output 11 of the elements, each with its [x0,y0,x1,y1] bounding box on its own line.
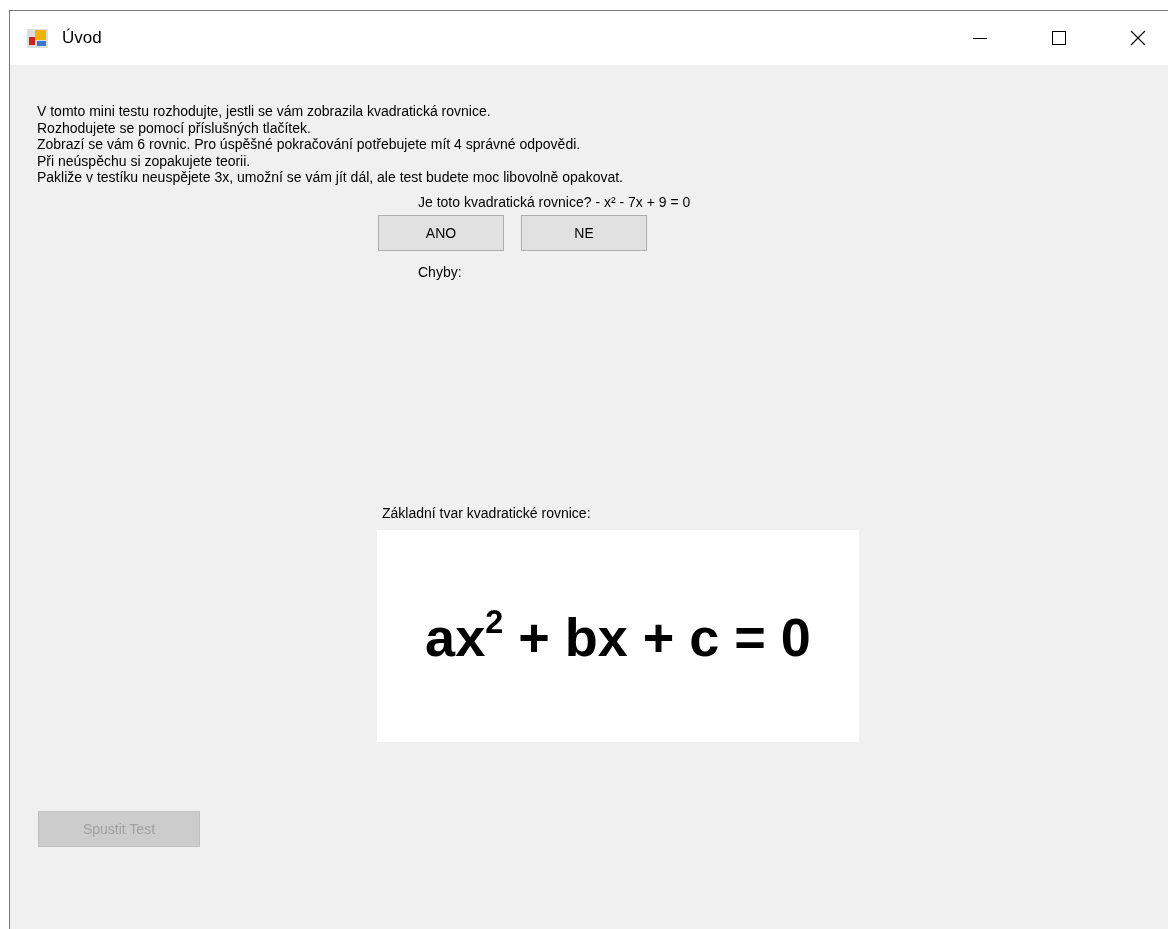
question-text: Je toto kvadratická rovnice? - x² - 7x + 9 = 0 [418,193,692,210]
window-title: Úvod [62,28,102,48]
answer-button[interactable]: NE [521,214,647,251]
formula-caption: Základní tvar kvadratické rovnice: [382,504,592,521]
instructions-text: V tomto mini testu rozhodujte, jestli se vám zobrazila kvadratická rovnice. Rozhodujete se pomocí příslušných tlačítek. Zobrazí se vám 6 rovnic. Pro úspěšné pokračování potřebujete mít 4 správné odpovědi. Při neúspěchu si zopakujete teorii. Pakliže v testíku neuspějete 3x, umožní se vám jít dál, ale test budete moc libovolně opakovat. [37,103,624,186]
formula-text: ax$^{2}$ + bx + c = 0 [425,604,811,668]
close-icon[interactable] [1130,30,1146,46]
answer-button[interactable]: ANO [378,214,504,251]
maximize-icon[interactable] [1051,30,1067,46]
app-icon [27,28,48,48]
errors-label: Chyby: [418,263,463,280]
